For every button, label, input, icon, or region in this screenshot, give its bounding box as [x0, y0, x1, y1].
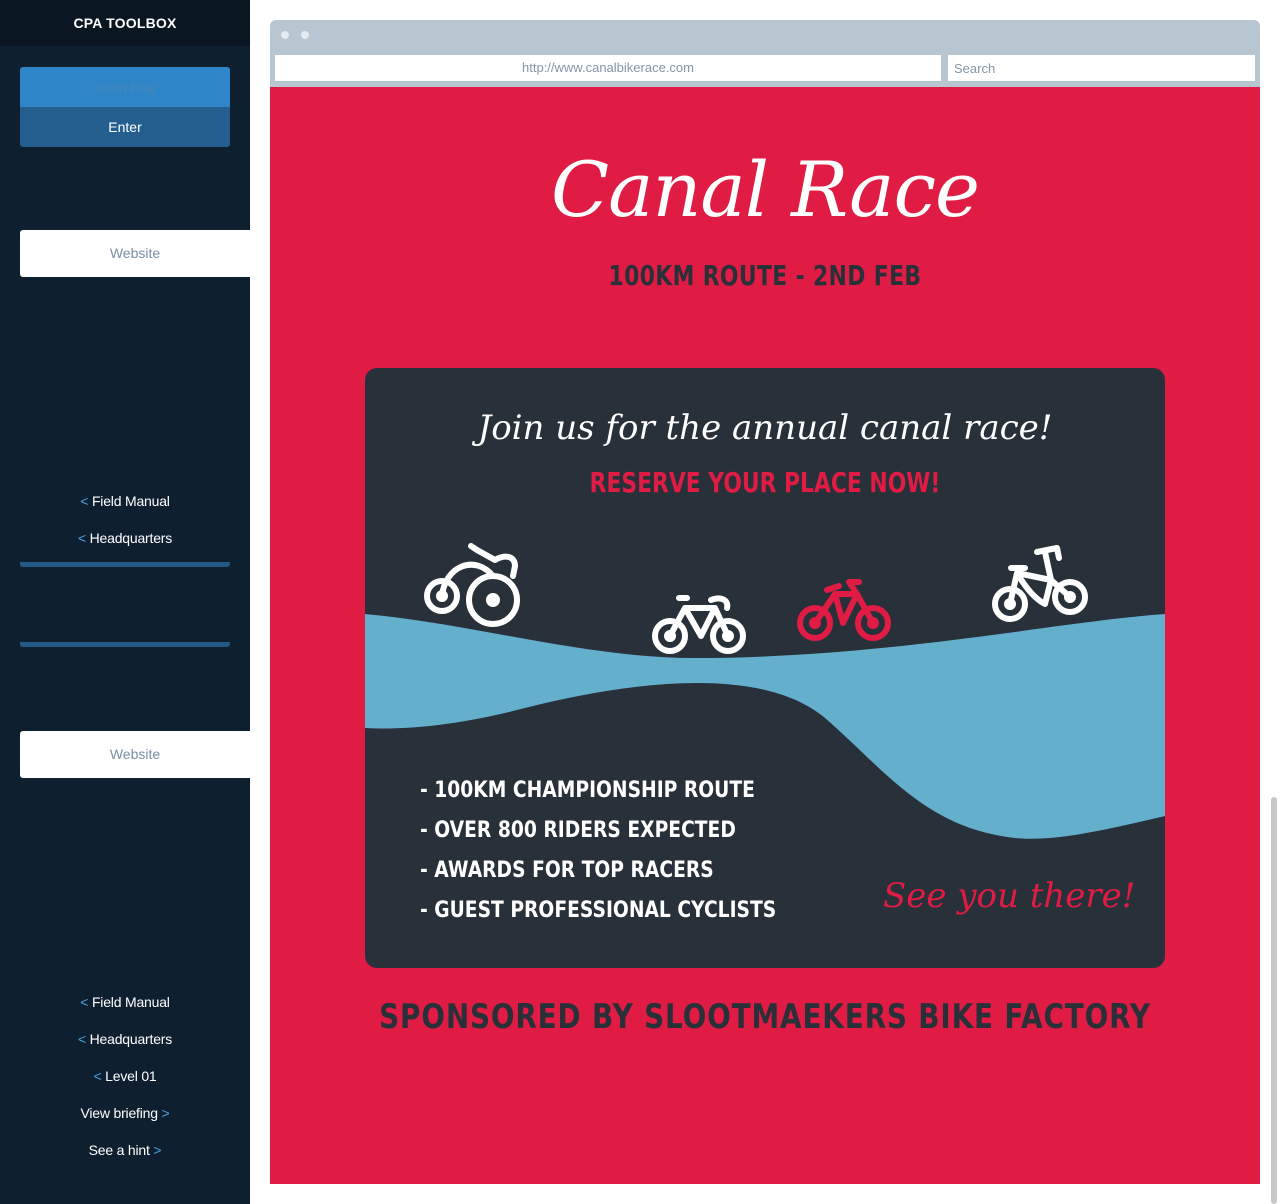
- field-manual-link[interactable]: < Field Manual: [0, 493, 250, 509]
- closing-text: See you there!: [883, 876, 1136, 916]
- see-hint-label: See a hint: [88, 1142, 150, 1158]
- address-bar[interactable]: http://www.canalbikerace.com: [275, 55, 941, 81]
- poster-subtitle: 100KM ROUTE - 2ND FEB: [608, 259, 922, 292]
- cruiser-bike-icon: [992, 545, 1088, 622]
- chevron-left-icon: <: [80, 994, 89, 1010]
- browser-window: http://www.canalbikerace.com Canal Race …: [270, 20, 1260, 1184]
- window-dot: [281, 31, 289, 39]
- see-hint-link[interactable]: See a hint >: [0, 1142, 250, 1158]
- bicycle-icon: [652, 595, 746, 654]
- sidebar: CPA TOOLBOX Enter Website < Field Manual…: [0, 0, 250, 1204]
- poster-title: Canal Race: [550, 145, 980, 234]
- window-dot: [301, 31, 309, 39]
- headquarters-link[interactable]: < Headquarters: [0, 530, 250, 546]
- penny-bike-icon: [424, 543, 520, 627]
- chevron-left-icon: <: [80, 493, 89, 509]
- sidebar-divider: [20, 642, 230, 647]
- scrollbar-thumb[interactable]: [1271, 797, 1277, 1204]
- sidebar-divider: [20, 562, 230, 567]
- headquarters-link-2[interactable]: < Headquarters: [0, 1031, 250, 1047]
- card-intro: Join us for the annual canal race!: [477, 408, 1053, 448]
- field-manual-link-2[interactable]: < Field Manual: [0, 994, 250, 1010]
- feature-item: - GUEST PROFESSIONAL CYCLISTS: [420, 898, 777, 923]
- flag-form: Enter: [20, 67, 230, 147]
- chevron-right-icon: >: [161, 1105, 170, 1121]
- level-link[interactable]: < Level 01: [0, 1068, 250, 1084]
- chevron-left-icon: <: [77, 1031, 86, 1047]
- chevron-right-icon: >: [153, 1142, 162, 1158]
- feature-item: - 100KM CHAMPIONSHIP ROUTE: [420, 778, 755, 803]
- website-button-2[interactable]: Website: [20, 731, 250, 778]
- feature-list: - 100KM CHAMPIONSHIP ROUTE - OVER 800 RI…: [420, 771, 839, 931]
- browser-chrome: http://www.canalbikerace.com: [270, 20, 1260, 87]
- view-briefing-label: View briefing: [80, 1105, 159, 1121]
- reserve-cta: RESERVE YOUR PLACE NOW!: [589, 466, 941, 499]
- level-label: Level 01: [105, 1068, 157, 1084]
- feature-item: - OVER 800 RIDERS EXPECTED: [420, 818, 736, 843]
- toolbox-title: CPA TOOLBOX: [0, 0, 250, 46]
- website-button[interactable]: Website: [20, 230, 250, 277]
- sponsor-text: SPONSORED BY SLOOTMAEKERS BIKE FACTORY: [379, 997, 1151, 1037]
- chevron-left-icon: <: [77, 530, 86, 546]
- field-manual-label: Field Manual: [91, 493, 170, 509]
- info-card: Join us for the annual canal race! RESER…: [365, 368, 1165, 968]
- enter-button[interactable]: Enter: [20, 107, 230, 147]
- headquarters-label: Headquarters: [89, 530, 173, 546]
- poster: Canal Race 100KM ROUTE - 2ND FEB Join us…: [270, 87, 1260, 1184]
- flag-input[interactable]: [20, 67, 230, 107]
- headquarters-label: Headquarters: [89, 1031, 173, 1047]
- view-briefing-link[interactable]: View briefing >: [0, 1105, 250, 1121]
- bicycle-icon: [797, 579, 891, 641]
- feature-item: - AWARDS FOR TOP RACERS: [420, 858, 714, 883]
- search-input[interactable]: [948, 55, 1255, 81]
- field-manual-label: Field Manual: [91, 994, 170, 1010]
- chevron-left-icon: <: [93, 1068, 102, 1084]
